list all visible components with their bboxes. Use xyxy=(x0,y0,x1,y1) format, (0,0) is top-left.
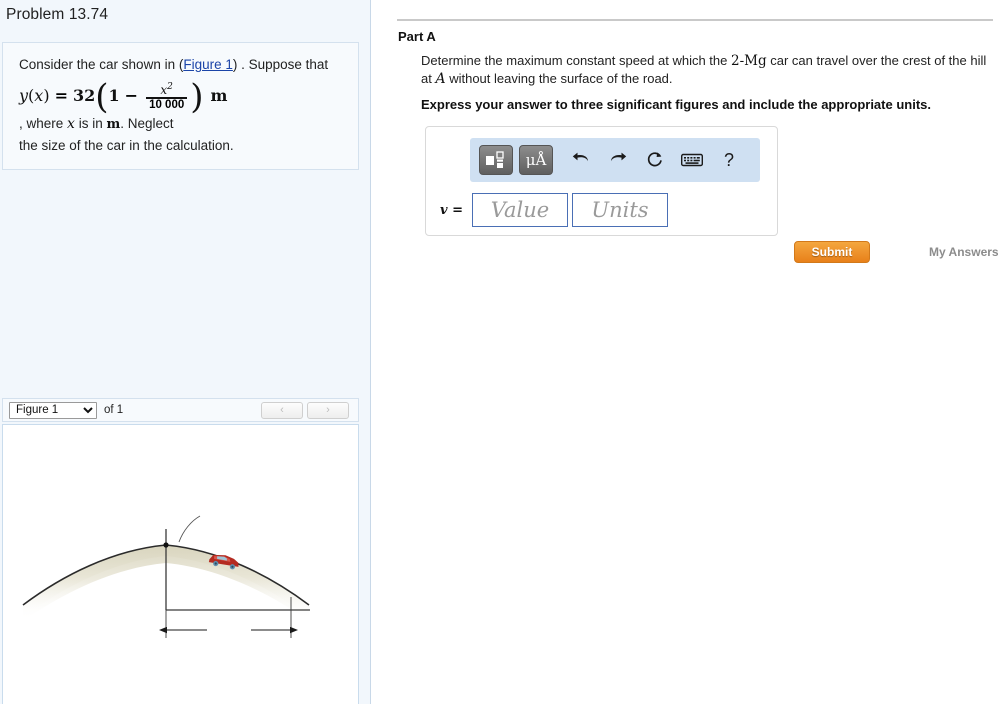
units-input[interactable]: Units xyxy=(571,193,668,227)
formula-denominator: 10 000 xyxy=(149,98,185,111)
formula-equals: = xyxy=(54,86,68,106)
statement-line2-a: , where xyxy=(19,116,64,132)
hill-figure-diagram xyxy=(22,515,310,638)
variable-label: v = xyxy=(440,202,463,218)
formula-paren-open-2: ( xyxy=(95,76,109,117)
formula-coefficient: 32 xyxy=(72,86,96,106)
statement-line2-unit: m xyxy=(106,117,121,133)
formula-paren-close-1: ) xyxy=(43,86,50,106)
question-seg-3: without leaving the surface of the road. xyxy=(445,71,673,86)
my-answers-link[interactable]: My Answers xyxy=(929,245,999,259)
figure-1-link[interactable]: Figure 1 xyxy=(183,57,233,72)
units-icon[interactable]: μÅ xyxy=(519,145,553,175)
answer-format-note: Express your answer to three significant… xyxy=(421,97,931,112)
section-divider xyxy=(397,19,993,21)
answer-input-row: v = Value Units xyxy=(440,193,668,227)
formula-paren-close-2: ) xyxy=(190,76,204,117)
figure-prev-button[interactable]: ‹ xyxy=(261,401,303,419)
question-point-a: A xyxy=(435,71,446,87)
statement-line-1: Consider the car shown in (Figure 1) . S… xyxy=(19,54,345,75)
answer-entry-box: μÅ ? v = Value Units xyxy=(425,126,778,236)
question-mass-value: 2-Mg xyxy=(730,53,767,69)
point-a-marker xyxy=(163,542,169,548)
value-input[interactable]: Value xyxy=(471,193,568,227)
keyboard-glyph xyxy=(681,153,703,167)
math-toolbar: μÅ ? xyxy=(470,138,760,182)
redo-icon[interactable] xyxy=(604,146,632,174)
statement-text-before-link: Consider the car shown in ( xyxy=(19,57,184,72)
curve-label-leader xyxy=(178,515,201,543)
reset-icon[interactable] xyxy=(641,146,669,174)
formula-unit: m xyxy=(210,86,228,106)
undo-icon[interactable] xyxy=(567,146,595,174)
statement-line-2: , where x is in m. Neglect xyxy=(19,116,174,133)
figure-viewport xyxy=(2,424,359,704)
formula-numerator: x2 xyxy=(160,82,173,97)
question-prompt: Determine the maximum constant speed at … xyxy=(421,52,991,88)
statement-text-after-link: ) . Suppose that xyxy=(232,57,329,72)
figure-selector-bar: Figure 1 of 1 ‹ › xyxy=(2,398,359,422)
figure-select[interactable]: Figure 1 xyxy=(9,401,97,419)
problem-statement-box: Consider the car shown in (Figure 1) . S… xyxy=(2,42,359,171)
reset-glyph xyxy=(647,152,662,167)
page-root: Problem 13.74 Consider the car shown in … xyxy=(0,0,1002,704)
answer-panel: Part A Determine the maximum constant sp… xyxy=(371,0,1002,704)
statement-line2-b: is in xyxy=(78,116,103,132)
help-icon[interactable]: ? xyxy=(715,146,743,174)
statement-line-3: the size of the car in the calculation. xyxy=(19,138,234,154)
page-title: Problem 13.74 xyxy=(6,6,109,23)
redo-glyph xyxy=(611,152,627,162)
figure-nav-group: ‹ › xyxy=(261,401,358,419)
formula-exponent: 2 xyxy=(167,82,173,92)
submit-button[interactable]: Submit xyxy=(794,241,870,263)
question-seg-1: Determine the maximum constant speed at … xyxy=(421,53,731,68)
keyboard-icon[interactable] xyxy=(678,146,706,174)
formula-lhs-fn: y xyxy=(19,86,29,106)
statement-line2-c: . Neglect xyxy=(120,116,174,132)
problem-formula: y(x) = 32 ( 1 − x2 10 000 ) m xyxy=(19,76,345,117)
figure-count-label: of 1 xyxy=(104,404,124,416)
formula-fraction: x2 10 000 xyxy=(146,82,188,111)
figure-next-button[interactable]: › xyxy=(307,401,349,419)
part-a-heading: Part A xyxy=(398,29,436,44)
math-template-icon[interactable] xyxy=(479,145,513,175)
problem-panel: Problem 13.74 Consider the car shown in … xyxy=(0,0,371,704)
formula-lhs-var: x xyxy=(34,86,44,106)
undo-glyph xyxy=(572,152,588,162)
math-template-glyph xyxy=(486,151,504,168)
statement-line2-var: x xyxy=(67,116,75,133)
formula-one: 1 xyxy=(108,86,120,106)
formula-minus: − xyxy=(124,86,139,106)
